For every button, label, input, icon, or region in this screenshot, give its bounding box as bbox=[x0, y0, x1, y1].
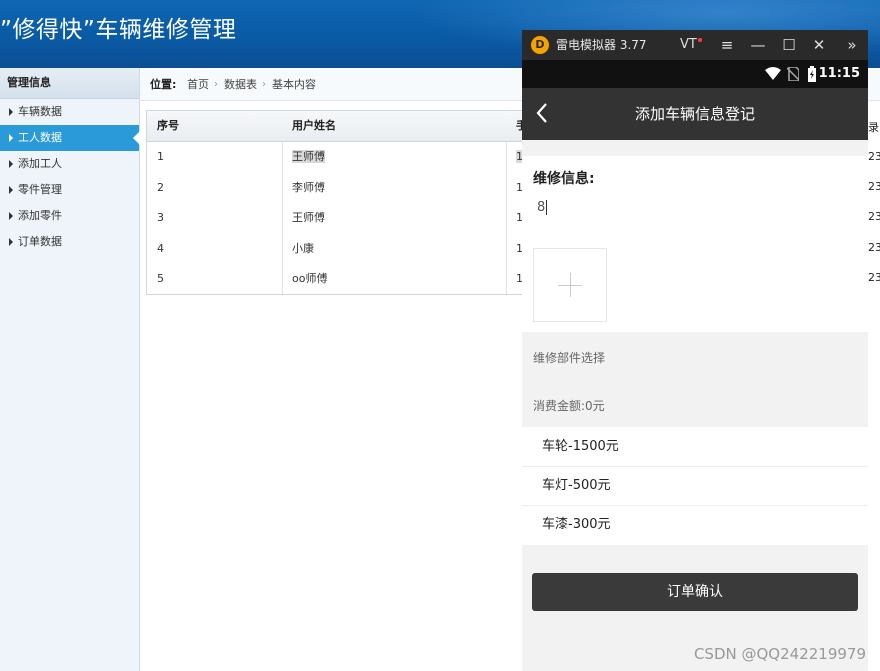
triangle-right-icon bbox=[9, 108, 13, 116]
vt-label: VT bbox=[680, 37, 697, 52]
part-option-label: 车灯-500元 bbox=[542, 478, 611, 493]
sidebar-item-label: 添加零件 bbox=[18, 209, 62, 222]
plus-icon-vertical bbox=[570, 273, 571, 297]
sidebar-item-worker-data[interactable]: 工人数据 bbox=[0, 125, 140, 151]
breadcrumb-current: 基本内容 bbox=[272, 78, 316, 91]
sidebar-item-add-part[interactable]: 添加零件 bbox=[0, 203, 139, 229]
sidebar-item-label: 零件管理 bbox=[18, 183, 62, 196]
repair-info-input[interactable]: 8 bbox=[537, 200, 548, 215]
cell-name: 王师傅 bbox=[292, 211, 325, 224]
no-sim-icon bbox=[787, 67, 799, 81]
parts-selection-label: 维修部件选择 bbox=[533, 351, 606, 365]
table-row[interactable]: 5 oo师傅 1 bbox=[147, 264, 527, 295]
minimize-icon[interactable]: — bbox=[748, 30, 768, 60]
triangle-right-icon bbox=[9, 186, 13, 194]
screen-title: 添加车辆信息登记 bbox=[634, 105, 755, 123]
table-overflow-column: 录 234 234 234 234 234 bbox=[868, 110, 880, 300]
android-status-bar: 11:15 bbox=[522, 60, 868, 88]
overflow-cell: 234 bbox=[868, 271, 880, 284]
part-option-label: 车漆-300元 bbox=[542, 517, 611, 532]
sidebar-item-label: 车辆数据 bbox=[18, 105, 62, 118]
triangle-right-icon bbox=[9, 238, 13, 246]
breadcrumb-data-table-link[interactable]: 数据表 bbox=[224, 70, 257, 100]
cell-index: 2 bbox=[157, 180, 164, 194]
table-header-row: 序号 用户姓名 手 bbox=[147, 111, 527, 142]
emulator-logo-icon: D bbox=[531, 36, 549, 54]
column-header-index: 序号 bbox=[157, 119, 179, 132]
wifi-icon bbox=[765, 67, 781, 80]
cell-index: 4 bbox=[157, 241, 164, 255]
app-bar: 添加车辆信息登记 bbox=[522, 88, 868, 140]
form-content: 维修信息: 8 维修部件选择 消费金额:0元 车轮-1500元 车灯-500元 … bbox=[522, 140, 868, 671]
sidebar-item-label: 工人数据 bbox=[18, 131, 62, 144]
text-caret bbox=[546, 200, 548, 215]
battery-charging-icon bbox=[808, 66, 816, 82]
triangle-right-icon bbox=[9, 134, 13, 142]
cell-index: 5 bbox=[157, 272, 164, 285]
table-row[interactable]: 3 王师傅 1 bbox=[147, 203, 527, 234]
sidebar-item-vehicle-data[interactable]: 车辆数据 bbox=[0, 99, 139, 125]
sidebar-item-order-data[interactable]: 订单数据 bbox=[0, 229, 139, 255]
triangle-right-icon bbox=[9, 212, 13, 220]
sidebar-heading: 管理信息 bbox=[0, 68, 139, 99]
table-row[interactable]: 4 小康 1 bbox=[147, 234, 527, 265]
part-option-label: 车轮-1500元 bbox=[542, 439, 619, 454]
sidebar-item-label: 订单数据 bbox=[18, 235, 62, 248]
cell-name: oo师傅 bbox=[292, 272, 328, 285]
status-time: 11:15 bbox=[818, 66, 860, 81]
sidebar: 管理信息 车辆数据 工人数据 添加工人 零件管理 添加零件 订单数据 bbox=[0, 68, 140, 671]
close-icon[interactable]: ✕ bbox=[809, 30, 829, 60]
cell-name: 王师傅 bbox=[292, 142, 325, 173]
part-option-light[interactable]: 车灯-500元 bbox=[522, 466, 868, 506]
app-title: ”修得快”车辆维修管理 bbox=[0, 17, 237, 43]
table-row[interactable]: 1 王师傅 1 bbox=[147, 142, 527, 173]
emulator-title: 雷电模拟器 3.77 bbox=[556, 38, 647, 52]
sidebar-item-parts-management[interactable]: 零件管理 bbox=[0, 177, 139, 203]
column-header-username: 用户姓名 bbox=[292, 119, 336, 132]
overflow-cell: 234 bbox=[868, 241, 880, 254]
cell-name-text: 王师傅 bbox=[292, 150, 325, 163]
parts-list: 车轮-1500元 车灯-500元 车漆-300元 bbox=[522, 427, 868, 545]
chevron-right-icon: › bbox=[214, 79, 218, 90]
watermark: CSDN @QQ242219979 bbox=[693, 645, 866, 663]
overflow-header: 录 bbox=[868, 121, 879, 134]
sidebar-item-label: 添加工人 bbox=[18, 157, 62, 170]
breadcrumb-home-link[interactable]: 首页 bbox=[187, 70, 209, 100]
overflow-cell: 234 bbox=[868, 180, 880, 193]
breadcrumb-label: 位置: bbox=[150, 78, 177, 91]
confirm-order-button[interactable]: 订单确认 bbox=[532, 573, 858, 611]
cell-name: 李师傅 bbox=[292, 180, 325, 194]
repair-info-value: 8 bbox=[537, 200, 546, 215]
vt-indicator[interactable]: VT bbox=[680, 30, 702, 60]
sidebar-item-add-worker[interactable]: 添加工人 bbox=[0, 151, 139, 177]
notification-dot-icon bbox=[697, 38, 702, 42]
emulator-titlebar[interactable]: D 雷电模拟器 3.77 VT ≡ — ☐ ✕ » bbox=[522, 30, 868, 60]
total-amount-label: 消费金额:0元 bbox=[533, 399, 605, 413]
repair-info-card: 维修信息: 8 bbox=[522, 156, 868, 332]
maximize-icon[interactable]: ☐ bbox=[779, 30, 799, 60]
part-option-paint[interactable]: 车漆-300元 bbox=[522, 505, 868, 544]
triangle-right-icon bbox=[9, 160, 13, 168]
expand-sidebar-icon[interactable]: » bbox=[842, 30, 862, 60]
part-option-wheel[interactable]: 车轮-1500元 bbox=[522, 427, 868, 467]
cell-index: 1 bbox=[157, 150, 164, 163]
repair-info-label: 维修信息: bbox=[533, 171, 595, 187]
chevron-right-icon: › bbox=[262, 79, 266, 90]
overflow-cell: 234 bbox=[868, 210, 880, 223]
emulator-window: D 雷电模拟器 3.77 VT ≡ — ☐ ✕ » 11:15 添加车辆信息登记… bbox=[522, 30, 868, 671]
table-row[interactable]: 2 李师傅 1 bbox=[147, 173, 527, 204]
menu-icon[interactable]: ≡ bbox=[717, 30, 737, 60]
image-upload-button[interactable] bbox=[533, 248, 607, 322]
cell-name: 小康 bbox=[292, 241, 314, 255]
cell-index: 3 bbox=[157, 211, 164, 224]
overflow-cell: 234 bbox=[868, 150, 880, 163]
worker-table: 序号 用户姓名 手 1 王师傅 1 2 李师傅 1 3 王师傅 1 4 小康 1… bbox=[146, 110, 528, 295]
